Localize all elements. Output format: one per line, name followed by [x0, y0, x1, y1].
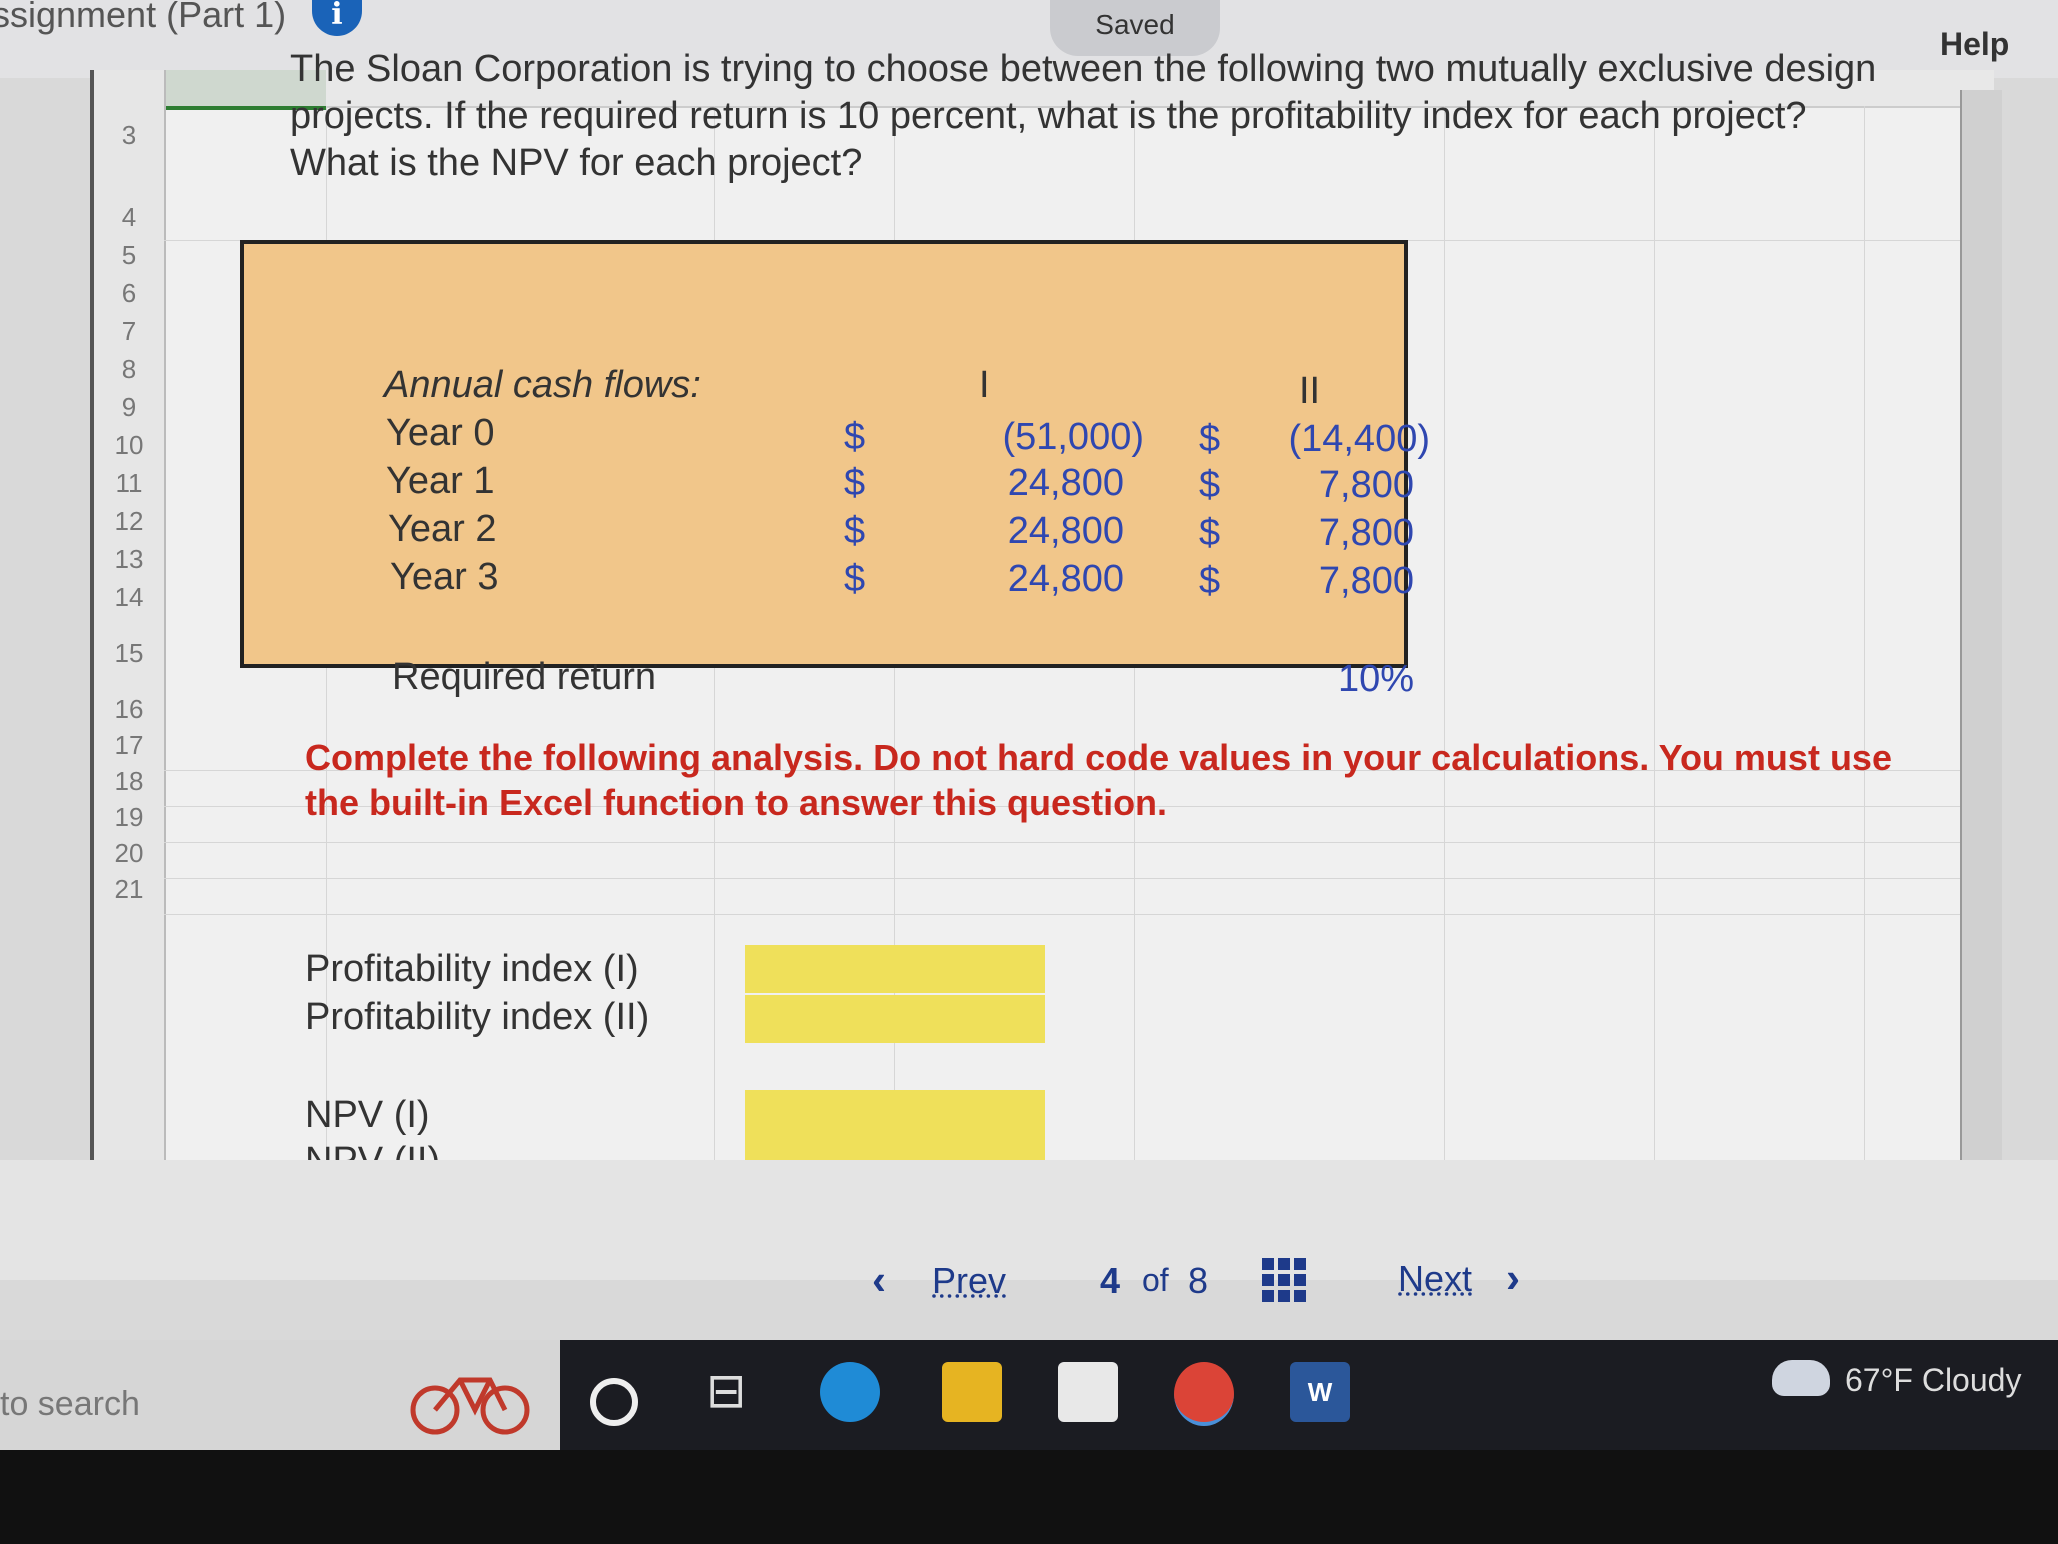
file-explorer-icon[interactable] [942, 1362, 1002, 1422]
currency-symbol: $ [844, 510, 866, 552]
row-number[interactable]: 6 [94, 278, 164, 309]
prev-button[interactable]: Prev [932, 1260, 1006, 1302]
search-placeholder: to search [0, 1385, 140, 1423]
required-return-label: Required return [392, 656, 657, 698]
row-number[interactable]: 16 [94, 694, 164, 725]
required-return-value[interactable]: 10% [1244, 658, 1414, 701]
grid-line [1444, 106, 1445, 1170]
grid-line [164, 842, 1994, 843]
row-number[interactable]: 21 [94, 874, 164, 905]
grid-line [164, 878, 1994, 879]
task-view-icon[interactable]: ⊟ [706, 1362, 766, 1422]
row-number[interactable]: 17 [94, 730, 164, 761]
screen-bezel [0, 1450, 2058, 1544]
cash-flow-i[interactable]: 24,800 [964, 558, 1124, 601]
cash-flow-ii[interactable]: 7,800 [1234, 560, 1414, 603]
pi-ii-label: Profitability index (II) [305, 996, 650, 1038]
bicycle-icon [405, 1350, 535, 1440]
row-number[interactable]: 3 [94, 120, 164, 151]
chevron-right-icon[interactable]: › [1506, 1254, 1520, 1302]
npv-i-label: NPV (I) [305, 1094, 430, 1136]
currency-symbol: $ [844, 462, 866, 504]
pi-ii-input-cell[interactable] [745, 995, 1045, 1043]
cash-flow-table: Annual cash flows: I II Year 0 $ (51,000… [240, 240, 1430, 700]
row-number[interactable]: 15 [94, 638, 164, 669]
row-number[interactable]: 8 [94, 354, 164, 385]
weather-status[interactable]: 67°F Cloudy [1845, 1362, 2021, 1399]
year-label: Year 1 [386, 460, 495, 502]
currency-symbol: $ [1199, 512, 1221, 554]
cash-flow-i[interactable]: 24,800 [964, 462, 1124, 505]
store-icon[interactable] [1058, 1362, 1118, 1422]
cash-flow-i[interactable]: (51,000) [964, 416, 1144, 459]
current-page: 4 [1100, 1260, 1121, 1301]
grid-line [164, 914, 1994, 915]
grid-line [1654, 106, 1655, 1170]
year-label: Year 2 [388, 508, 497, 550]
grid-line [1864, 106, 1865, 1170]
currency-symbol: $ [1199, 560, 1221, 602]
row-headers: 3 4 5 6 7 8 9 10 11 12 13 14 15 16 17 18… [94, 70, 166, 1170]
row-number[interactable]: 12 [94, 506, 164, 537]
project-i-header: I [979, 364, 990, 406]
row-number[interactable]: 13 [94, 544, 164, 575]
row-number[interactable]: 4 [94, 202, 164, 233]
row-number[interactable]: 7 [94, 316, 164, 347]
cash-flow-ii[interactable]: 7,800 [1234, 464, 1414, 507]
help-link[interactable]: Help [1940, 26, 2009, 63]
chrome-icon[interactable] [1174, 1362, 1234, 1426]
currency-symbol: $ [844, 416, 866, 458]
cash-flow-i[interactable]: 24,800 [964, 510, 1124, 553]
question-text: The Sloan Corporation is trying to choos… [290, 48, 1877, 184]
currency-symbol: $ [1199, 418, 1221, 460]
project-ii-header: II [1299, 370, 1321, 412]
pi-i-label: Profitability index (I) [305, 948, 639, 990]
currency-symbol: $ [844, 558, 866, 600]
cash-flow-ii[interactable]: 7,800 [1234, 512, 1414, 555]
chevron-left-icon[interactable]: ‹ [872, 1256, 886, 1304]
info-icon[interactable]: i [312, 0, 362, 36]
year-label: Year 3 [390, 556, 499, 598]
row-number[interactable]: 18 [94, 766, 164, 797]
vertical-scrollbar[interactable] [1960, 90, 2002, 1160]
pi-i-input-cell[interactable] [745, 945, 1045, 993]
cash-flows-heading: Annual cash flows: [384, 364, 701, 406]
edge-icon[interactable] [820, 1362, 880, 1422]
row-number[interactable]: 9 [94, 392, 164, 423]
row-number[interactable]: 14 [94, 582, 164, 613]
page-of-label: of [1142, 1262, 1169, 1298]
total-pages: 8 [1188, 1260, 1209, 1301]
assignment-title: ssignment (Part 1) [0, 0, 287, 35]
question-pagination: ‹ Prev 4 of 8 Next › [0, 1160, 2058, 1303]
currency-symbol: $ [1199, 464, 1221, 506]
row-number[interactable]: 11 [94, 468, 164, 499]
row-number[interactable]: 19 [94, 802, 164, 833]
year-label: Year 0 [386, 412, 495, 454]
cash-flow-ii[interactable]: (14,400) [1234, 418, 1430, 461]
row-number[interactable]: 20 [94, 838, 164, 869]
npv-input-cells[interactable] [745, 1090, 1045, 1170]
word-icon[interactable]: W [1290, 1362, 1350, 1422]
cortana-icon[interactable] [590, 1378, 638, 1426]
instruction-text: Complete the following analysis. Do not … [305, 737, 1892, 823]
cloud-icon [1772, 1360, 1830, 1396]
next-button[interactable]: Next [1398, 1258, 1472, 1300]
question-grid-icon[interactable] [1262, 1258, 1306, 1302]
row-number[interactable]: 5 [94, 240, 164, 271]
row-number[interactable]: 10 [94, 430, 164, 461]
